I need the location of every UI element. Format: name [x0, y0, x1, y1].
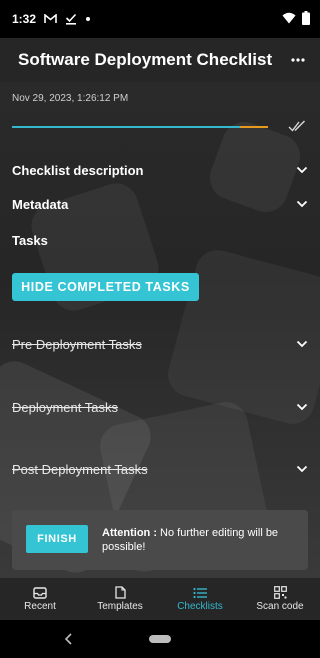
nav-item-templates[interactable]: Templates — [80, 578, 160, 620]
document-icon — [114, 586, 126, 599]
back-icon[interactable] — [62, 632, 76, 646]
list-icon — [193, 587, 207, 598]
nav-item-scan-code[interactable]: Scan code — [240, 578, 320, 620]
bottom-navigation: Recent Templates Checklists Scan code — [0, 578, 320, 620]
progress-fill — [12, 126, 240, 128]
nav-label: Templates — [97, 601, 143, 612]
dot-icon — [86, 17, 91, 21]
chevron-down-icon — [296, 465, 308, 473]
chevron-down-icon — [296, 340, 308, 348]
attention-label: Attention : — [102, 527, 157, 539]
more-horizontal-icon — [291, 58, 305, 62]
status-notifications — [44, 13, 91, 25]
task-group-label: Post Deployment Tasks — [12, 461, 148, 477]
nav-label: Checklists — [177, 600, 223, 612]
chevron-down-icon — [296, 403, 308, 411]
section-label: Metadata — [12, 196, 69, 212]
checklist-timestamp: Nov 29, 2023, 1:26:12 PM — [12, 93, 129, 104]
metadata-section[interactable]: Metadata — [12, 193, 308, 215]
finish-button[interactable]: FINISH — [26, 525, 88, 553]
status-bar: 1:32 — [0, 0, 320, 38]
checklist-content[interactable]: Nov 29, 2023, 1:26:12 PM Checklist descr… — [0, 82, 320, 578]
task-group-row[interactable]: Pre Deployment Tasks — [12, 333, 308, 355]
status-time: 1:32 — [12, 12, 37, 26]
task-group-row[interactable]: Post Deployment Tasks — [12, 458, 308, 480]
status-system-icons — [282, 11, 310, 25]
wifi-icon — [282, 12, 296, 24]
section-label: Checklist description — [12, 162, 144, 178]
task-group-label: Pre Deployment Tasks — [12, 336, 142, 352]
finish-panel: FINISH Attention : No further editing wi… — [12, 510, 308, 570]
chevron-down-icon — [296, 166, 308, 174]
app-bar: Software Deployment Checklist — [0, 38, 320, 82]
qr-code-icon — [273, 586, 287, 599]
checklist-progress-bar — [12, 126, 268, 128]
system-navigation-bar — [0, 620, 320, 658]
battery-icon — [302, 11, 310, 25]
done-all-icon[interactable] — [288, 118, 306, 134]
nav-label: Recent — [24, 600, 56, 612]
more-options-button[interactable] — [286, 48, 310, 72]
tasks-heading: Tasks — [12, 233, 48, 248]
task-group-label: Deployment Tasks — [12, 399, 118, 415]
task-group-row[interactable]: Deployment Tasks — [12, 396, 308, 418]
home-pill[interactable] — [149, 635, 171, 643]
nav-item-recent[interactable]: Recent — [0, 578, 80, 620]
inbox-icon — [33, 586, 47, 599]
chevron-down-icon — [296, 200, 308, 208]
gmail-icon — [44, 14, 57, 23]
nav-item-checklists[interactable]: Checklists — [160, 578, 240, 620]
download-done-icon — [65, 13, 77, 25]
finish-warning: Attention : No further editing will be p… — [102, 526, 298, 554]
page-title: Software Deployment Checklist — [18, 50, 273, 69]
hide-completed-tasks-button[interactable]: HIDE COMPLETED TASKS — [12, 273, 199, 301]
checklist-description-section[interactable]: Checklist description — [12, 159, 308, 181]
nav-label: Scan code — [256, 601, 304, 612]
